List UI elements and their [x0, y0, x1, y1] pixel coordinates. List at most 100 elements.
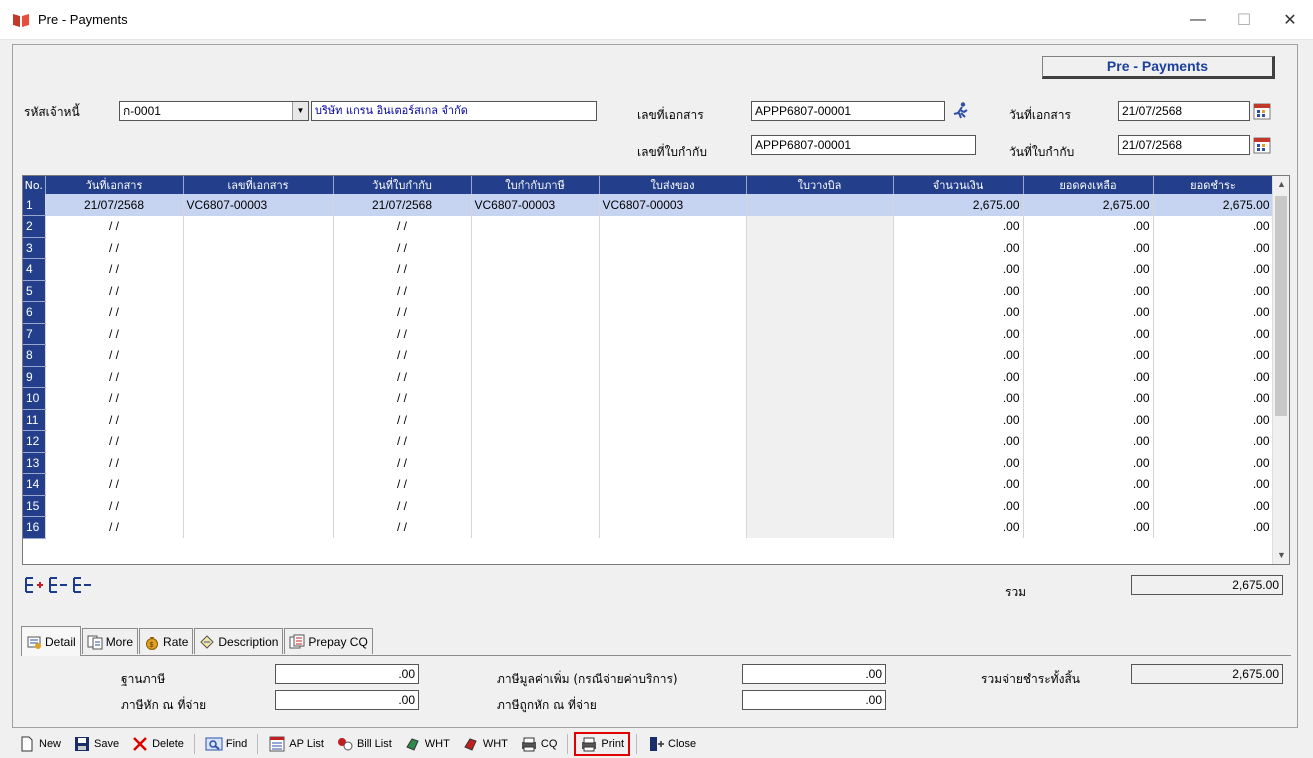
cell-doc-no[interactable] — [183, 301, 334, 323]
cell-inv-date[interactable]: / / — [333, 495, 472, 517]
cell-doc-no[interactable] — [183, 473, 334, 495]
cell-tax-inv[interactable] — [471, 516, 600, 538]
cell-amount[interactable]: .00 — [893, 495, 1024, 517]
cell-pay[interactable]: .00 — [1153, 258, 1274, 280]
cell-pay[interactable]: .00 — [1153, 323, 1274, 345]
cell-tax-inv[interactable] — [471, 258, 600, 280]
cell-doc-no[interactable] — [183, 237, 334, 259]
cell-delivery[interactable] — [599, 280, 747, 302]
cell-doc-no[interactable] — [183, 280, 334, 302]
cell-inv-date[interactable]: / / — [333, 344, 472, 366]
cell-inv-date[interactable]: / / — [333, 280, 472, 302]
new-button[interactable]: New — [14, 732, 65, 756]
delete-row-icon[interactable] — [71, 575, 93, 595]
cell-doc-date[interactable]: / / — [45, 301, 184, 323]
insert-row-icon[interactable] — [23, 575, 45, 595]
cell-doc-date[interactable]: / / — [45, 258, 184, 280]
tax-inv-no-input[interactable]: APPP6807-00001 — [751, 135, 976, 155]
cell-amount[interactable]: .00 — [893, 344, 1024, 366]
cell-delivery[interactable] — [599, 409, 747, 431]
cell-delivery[interactable] — [599, 495, 747, 517]
col-header-tax-inv[interactable]: ใบกำกับภาษี — [471, 176, 600, 194]
scroll-up-icon[interactable]: ▲ — [1273, 176, 1289, 193]
table-row[interactable]: 16/ / / / .00.00.00 — [23, 516, 1274, 539]
cell-delivery[interactable] — [599, 387, 747, 409]
cell-delivery[interactable] — [599, 473, 747, 495]
cell-doc-date[interactable]: / / — [45, 495, 184, 517]
cell-balance[interactable]: .00 — [1023, 452, 1154, 474]
tab-rate[interactable]: $ Rate — [139, 628, 194, 654]
cell-inv-date[interactable]: / / — [333, 430, 472, 452]
cell-doc-date[interactable]: / / — [45, 280, 184, 302]
cell-bill[interactable] — [746, 237, 894, 259]
cell-bill[interactable] — [746, 301, 894, 323]
cell-pay[interactable]: .00 — [1153, 430, 1274, 452]
table-row[interactable]: 9/ / / / .00.00.00 — [23, 366, 1274, 388]
withheld-input[interactable]: .00 — [742, 690, 886, 710]
cell-inv-date[interactable]: / / — [333, 516, 472, 538]
cell-delivery[interactable] — [599, 237, 747, 259]
cell-doc-no[interactable] — [183, 323, 334, 345]
cell-balance[interactable]: .00 — [1023, 237, 1154, 259]
cell-doc-no[interactable] — [183, 344, 334, 366]
save-button[interactable]: Save — [69, 732, 123, 756]
table-row[interactable]: 1 21/07/2568 VC6807-00003 21/07/2568 VC6807-… — [23, 194, 1274, 216]
cell-amount[interactable]: .00 — [893, 280, 1024, 302]
cell-amount[interactable]: .00 — [893, 430, 1024, 452]
doc-no-input[interactable]: APPP6807-00001 — [751, 101, 945, 121]
cell-balance[interactable]: .00 — [1023, 473, 1154, 495]
calendar-icon[interactable] — [1253, 136, 1271, 154]
cell-bill[interactable] — [746, 387, 894, 409]
scroll-down-icon[interactable]: ▼ — [1273, 547, 1289, 564]
cell-doc-no[interactable]: VC6807-00003 — [183, 194, 334, 216]
close-button[interactable]: Close — [643, 732, 700, 756]
table-row[interactable]: 3/ / / / .00.00.00 — [23, 237, 1274, 259]
delete-button[interactable]: Delete — [127, 732, 188, 756]
cell-delivery[interactable] — [599, 258, 747, 280]
table-row[interactable]: 15/ / / / .00.00.00 — [23, 495, 1274, 517]
cell-balance[interactable]: .00 — [1023, 430, 1154, 452]
cell-pay[interactable]: .00 — [1153, 280, 1274, 302]
cell-amount[interactable]: .00 — [893, 215, 1024, 237]
cell-tax-inv[interactable] — [471, 430, 600, 452]
cell-inv-date[interactable]: / / — [333, 452, 472, 474]
doc-date-input[interactable]: 21/07/2568 — [1118, 101, 1250, 121]
cell-bill[interactable] — [746, 430, 894, 452]
cell-pay[interactable]: 2,675.00 — [1153, 194, 1274, 216]
wht-red-button[interactable]: WHT — [458, 732, 512, 756]
col-header-no[interactable]: No. — [23, 176, 46, 194]
scrollbar-thumb[interactable] — [1275, 196, 1287, 416]
col-header-doc-date[interactable]: วันที่เอกสาร — [45, 176, 184, 194]
cq-button[interactable]: CQ — [516, 732, 562, 756]
cell-pay[interactable]: .00 — [1153, 366, 1274, 388]
cell-tax-inv[interactable] — [471, 344, 600, 366]
cell-bill[interactable] — [746, 344, 894, 366]
col-header-amount[interactable]: จำนวนเงิน — [893, 176, 1024, 194]
find-button[interactable]: Find — [201, 732, 251, 756]
cell-tax-inv[interactable] — [471, 366, 600, 388]
cell-bill[interactable] — [746, 409, 894, 431]
cell-doc-date[interactable]: / / — [45, 473, 184, 495]
cell-bill[interactable] — [746, 215, 894, 237]
cell-amount[interactable]: .00 — [893, 323, 1024, 345]
cell-inv-date[interactable]: / / — [333, 387, 472, 409]
minimize-button[interactable]: — — [1175, 0, 1221, 40]
cell-bill[interactable] — [746, 473, 894, 495]
cell-inv-date[interactable]: / / — [333, 301, 472, 323]
cell-amount[interactable]: .00 — [893, 237, 1024, 259]
maximize-button[interactable]: ☐ — [1221, 0, 1267, 40]
cell-tax-inv[interactable] — [471, 301, 600, 323]
table-row[interactable]: 10/ / / / .00.00.00 — [23, 387, 1274, 410]
cell-pay[interactable]: .00 — [1153, 473, 1274, 495]
cell-balance[interactable]: .00 — [1023, 409, 1154, 431]
cell-balance[interactable]: .00 — [1023, 323, 1154, 345]
cell-balance[interactable]: .00 — [1023, 258, 1154, 280]
table-row[interactable]: 2/ / / / .00.00.00 — [23, 215, 1274, 238]
col-header-balance[interactable]: ยอดคงเหลือ — [1023, 176, 1154, 194]
cell-pay[interactable]: .00 — [1153, 495, 1274, 517]
cell-pay[interactable]: .00 — [1153, 452, 1274, 474]
tab-detail[interactable]: Detail — [21, 626, 81, 656]
cell-pay[interactable]: .00 — [1153, 387, 1274, 409]
cell-bill[interactable] — [746, 194, 894, 216]
cell-bill[interactable] — [746, 452, 894, 474]
